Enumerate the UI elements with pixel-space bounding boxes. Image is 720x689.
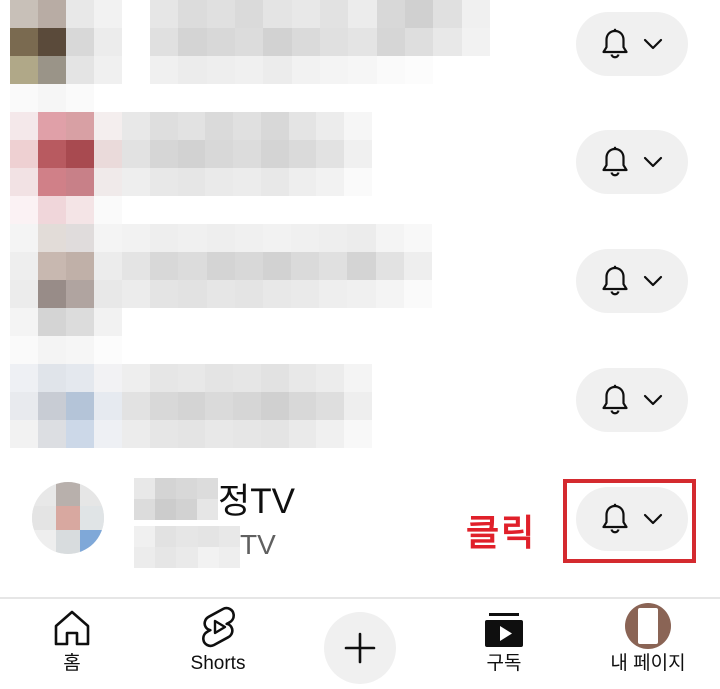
nav-subscriptions-label: 구독 [486, 653, 522, 674]
channel-row[interactable] [0, 224, 720, 336]
pixelated-channel-name [122, 364, 372, 448]
create-button[interactable] [324, 612, 396, 684]
pixelated-channel-name [134, 478, 218, 520]
chevron-down-icon [643, 394, 663, 406]
notification-setting-button[interactable] [576, 249, 688, 313]
channel-avatar[interactable] [32, 482, 104, 554]
notification-setting-button[interactable] [576, 368, 688, 432]
channel-subtitle: TV [240, 529, 276, 560]
nav-my-page[interactable]: 내 페이지 [600, 599, 696, 689]
shorts-icon [202, 606, 235, 648]
pixelated-avatar [10, 84, 122, 224]
channel-row[interactable] [0, 0, 720, 84]
pixelated-channel-subtitle [134, 526, 240, 568]
bottom-navigation: 홈 Shorts 구독 내 페이지 [0, 597, 720, 689]
pixelated-avatar [10, 224, 122, 336]
avatar [625, 603, 671, 649]
pixelated-avatar [10, 336, 122, 448]
subscription-list: 정TV TV 클릭 [0, 0, 720, 597]
notification-setting-button[interactable] [576, 12, 688, 76]
pixelated-avatar [10, 0, 122, 84]
pixelated-channel-name [122, 224, 432, 308]
nav-home[interactable]: 홈 [32, 599, 112, 689]
click-annotation: 클릭 [466, 513, 537, 554]
highlight-box [563, 479, 696, 563]
pixelated-avatar [32, 482, 104, 554]
subscriptions-icon [485, 613, 523, 647]
channel-row[interactable] [0, 84, 720, 224]
channel-row[interactable] [0, 336, 720, 448]
home-icon [54, 610, 90, 646]
chevron-down-icon [643, 275, 663, 287]
nav-subscriptions[interactable]: 구독 [462, 599, 546, 689]
pixelated-channel-name [122, 112, 372, 196]
bell-icon [602, 384, 628, 415]
nav-home-label: 홈 [63, 653, 81, 674]
notification-setting-button[interactable] [576, 130, 688, 194]
pixelated-channel-name [150, 0, 490, 84]
bell-icon [602, 28, 628, 59]
nav-shorts[interactable]: Shorts [176, 599, 260, 689]
bell-icon [602, 146, 628, 177]
chevron-down-icon [643, 38, 663, 50]
plus-icon [344, 632, 376, 664]
bell-icon [602, 265, 628, 296]
channel-name[interactable]: 정TV [218, 480, 295, 524]
nav-shorts-label: Shorts [190, 653, 246, 674]
nav-my-page-label: 내 페이지 [610, 653, 686, 674]
chevron-down-icon [643, 156, 663, 168]
